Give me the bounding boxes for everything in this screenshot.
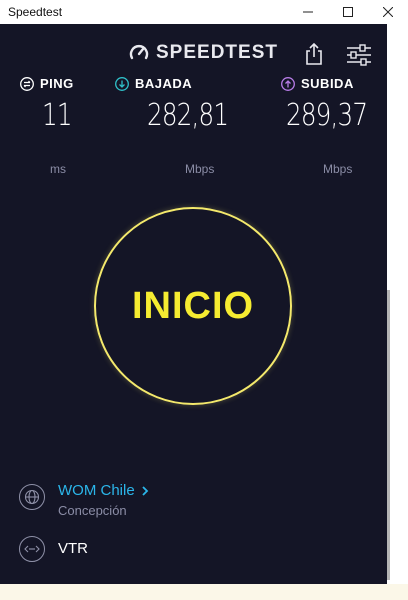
go-button[interactable]: INICIO bbox=[94, 207, 292, 405]
upload-icon bbox=[281, 76, 295, 91]
upload-unit: Mbps bbox=[323, 162, 353, 176]
upload-value: 289,37 bbox=[286, 98, 368, 133]
maximize-icon bbox=[343, 7, 353, 17]
chevron-right-icon bbox=[142, 485, 148, 496]
window-title: Speedtest bbox=[8, 5, 63, 19]
server-provider[interactable]: VTR bbox=[19, 536, 88, 562]
logo-text: SPEEDTEST bbox=[156, 42, 278, 63]
download-unit: Mbps bbox=[185, 162, 215, 176]
download-value: 282,81 bbox=[147, 98, 229, 133]
share-button[interactable] bbox=[303, 42, 325, 66]
scrollbar-thumb[interactable] bbox=[387, 290, 390, 580]
minimize-button[interactable] bbox=[288, 0, 328, 24]
isp-name[interactable]: WOM Chile bbox=[58, 482, 135, 499]
download-metric: BAJADA 282,81 Mbps bbox=[115, 76, 229, 176]
upload-metric: SUBIDA 289,37 Mbps bbox=[281, 76, 368, 176]
settings-button[interactable] bbox=[346, 44, 372, 66]
server-icon bbox=[19, 536, 45, 562]
upload-label: SUBIDA bbox=[301, 76, 354, 91]
ping-icon bbox=[20, 76, 34, 91]
window-controls bbox=[288, 0, 408, 24]
maximize-button[interactable] bbox=[328, 0, 368, 24]
download-label: BAJADA bbox=[135, 76, 193, 91]
ping-unit: ms bbox=[50, 162, 66, 176]
close-icon bbox=[383, 7, 393, 17]
isp-location: Concepción bbox=[58, 503, 127, 518]
speedtest-logo: SPEEDTEST bbox=[128, 42, 278, 64]
close-button[interactable] bbox=[368, 0, 408, 24]
upload-header: SUBIDA bbox=[281, 76, 354, 91]
share-icon bbox=[306, 42, 322, 65]
minimize-icon bbox=[303, 11, 313, 13]
settings-icon bbox=[347, 44, 371, 66]
ping-value: 11 bbox=[42, 98, 72, 133]
ping-header: PING bbox=[20, 76, 74, 91]
ping-label: PING bbox=[40, 76, 74, 91]
isp-name-row[interactable]: WOM Chile bbox=[58, 482, 149, 499]
server-name[interactable]: VTR bbox=[58, 536, 88, 562]
app-window: SPEEDTEST PING 11 ms BAJADA 282,81 Mbps … bbox=[0, 24, 387, 584]
scrollbar-track[interactable] bbox=[387, 24, 408, 584]
isp-provider[interactable]: WOM Chile Concepción bbox=[19, 482, 149, 518]
speedometer-icon bbox=[129, 45, 149, 60]
bottom-strip bbox=[0, 584, 408, 600]
download-icon bbox=[115, 76, 129, 91]
globe-icon bbox=[19, 484, 45, 510]
ping-metric: PING 11 ms bbox=[20, 76, 74, 176]
title-bar: Speedtest bbox=[0, 0, 408, 24]
go-button-label: INICIO bbox=[131, 284, 255, 327]
isp-text: WOM Chile Concepción bbox=[58, 482, 149, 518]
download-header: BAJADA bbox=[115, 76, 192, 91]
